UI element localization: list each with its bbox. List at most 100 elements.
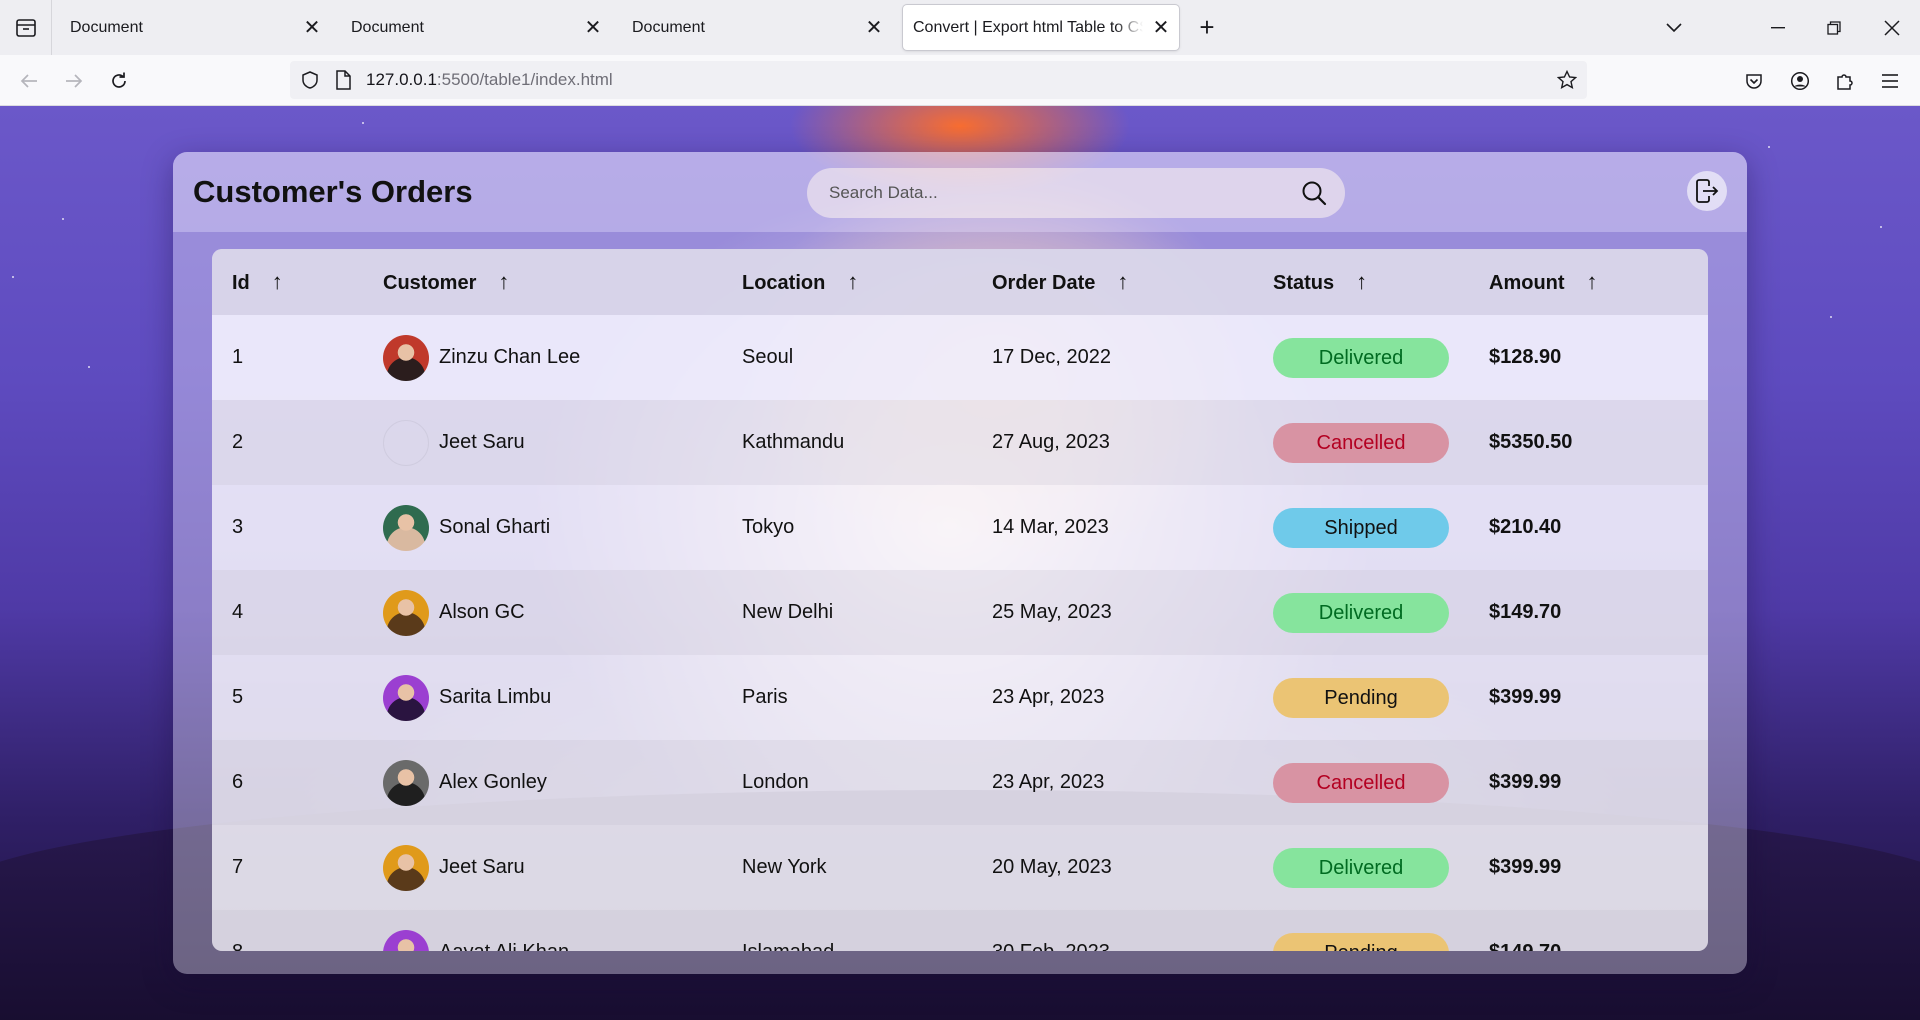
tab-bar: Document ✕ Document ✕ Document ✕ Convert… — [0, 0, 1920, 55]
column-header-order-date[interactable]: Order Date ↑ — [972, 249, 1253, 315]
export-button[interactable] — [1687, 171, 1727, 211]
tab-title: Convert | Export html Table to CSV & Exc… — [913, 18, 1143, 36]
table-row[interactable]: 7 Jeet Saru New York 20 May, 2023 Delivered $… — [212, 825, 1708, 910]
back-button[interactable] — [11, 63, 47, 99]
cell-customer: Jeet Saru — [363, 400, 722, 485]
cell-amount: $399.99 — [1489, 686, 1562, 708]
tab-document-3[interactable]: Document ✕ — [616, 5, 892, 50]
sort-arrow-icon[interactable]: ↑ — [1587, 269, 1598, 295]
search-input[interactable] — [829, 168, 1289, 218]
search-icon[interactable] — [1301, 180, 1327, 206]
status-badge: Delivered — [1273, 337, 1449, 378]
minimize-button[interactable] — [1750, 0, 1806, 55]
table-row[interactable]: 5 Sarita Limbu Paris 23 Apr, 2023 Pending $39… — [212, 655, 1708, 740]
column-header-label: Status — [1273, 272, 1335, 294]
customer-name: Sonal Gharti — [439, 516, 551, 538]
cell-status: Delivered — [1253, 315, 1469, 400]
cell-order-date: 14 Mar, 2023 — [992, 516, 1109, 538]
hamburger-menu-icon — [1882, 74, 1898, 88]
cell-amount: $128.90 — [1489, 346, 1562, 368]
column-header-label: Id — [232, 272, 250, 294]
sort-arrow-icon[interactable]: ↑ — [1356, 269, 1367, 295]
cell-id: 6 — [232, 771, 244, 793]
column-header-status[interactable]: Status ↑ — [1253, 249, 1469, 315]
sort-arrow-icon[interactable]: ↑ — [847, 269, 858, 295]
customer-name: Alex Gonley — [439, 771, 547, 793]
cell-amount: $399.99 — [1489, 771, 1562, 793]
star — [362, 122, 364, 124]
page-background: Customer's Orders Id ↑ Customer ↑ Location… — [0, 106, 1920, 1020]
close-icon — [1884, 19, 1900, 36]
cell-location: Kathmandu — [742, 431, 845, 453]
new-tab-button[interactable]: + — [1188, 8, 1226, 46]
close-tab-icon[interactable]: ✕ — [856, 10, 892, 46]
table-row[interactable]: 4 Alson GC New Delhi 25 May, 2023 Delivered $… — [212, 570, 1708, 655]
bookmark-star-icon[interactable] — [1557, 70, 1577, 90]
cell-order-date: 20 May, 2023 — [992, 856, 1112, 878]
cell-customer: Alex Gonley — [363, 740, 722, 825]
table-row[interactable]: 6 Alex Gonley London 23 Apr, 2023 Cancelled $… — [212, 740, 1708, 825]
table-row[interactable]: 1 Zinzu Chan Lee Seoul 17 Dec, 2022 Delivere… — [212, 315, 1708, 400]
forward-button[interactable] — [56, 63, 92, 99]
cell-amount: $5350.50 — [1489, 431, 1573, 453]
export-file-icon — [1696, 179, 1719, 203]
extensions-button[interactable] — [1827, 63, 1863, 99]
menu-button[interactable] — [1872, 63, 1908, 99]
tab-document-1[interactable]: Document ✕ — [54, 5, 330, 50]
column-header-id[interactable]: Id ↑ — [212, 249, 363, 315]
account-icon — [1790, 71, 1810, 91]
avatar — [383, 759, 429, 806]
cell-customer: Aayat Ali Khan — [363, 910, 722, 951]
tab-convert-active[interactable]: Convert | Export html Table to CSV & Exc… — [903, 5, 1179, 50]
cell-order-date: 23 Apr, 2023 — [992, 771, 1105, 793]
url-text[interactable]: 127.0.0.1:5500/table1/index.html — [366, 70, 613, 90]
shield-icon[interactable] — [300, 70, 320, 90]
list-all-tabs-button[interactable] — [1646, 0, 1702, 55]
status-badge: Cancelled — [1273, 762, 1449, 803]
cell-order-date: 27 Aug, 2023 — [992, 431, 1110, 453]
customer-info: Alson GC — [383, 589, 722, 636]
sort-arrow-icon[interactable]: ↑ — [498, 269, 509, 295]
tab-document-2[interactable]: Document ✕ — [335, 5, 611, 50]
close-window-button[interactable] — [1864, 0, 1920, 55]
customer-name: Alson GC — [439, 601, 525, 623]
tab-list-button[interactable] — [0, 0, 52, 55]
table-row[interactable]: 3 Sonal Gharti Tokyo 14 Mar, 2023 Shipped $21… — [212, 485, 1708, 570]
table-row[interactable]: 2 Jeet Saru Kathmandu 27 Aug, 2023 Cancelled… — [212, 400, 1708, 485]
cell-location: Paris — [742, 686, 788, 708]
close-tab-icon[interactable]: ✕ — [294, 10, 330, 46]
search-box[interactable] — [807, 168, 1345, 218]
close-tab-icon[interactable]: ✕ — [1143, 10, 1179, 46]
cell-status: Cancelled — [1253, 740, 1469, 825]
restore-button[interactable] — [1806, 0, 1862, 55]
sort-arrow-icon[interactable]: ↑ — [272, 269, 283, 295]
cell-location: Islamabad — [722, 910, 972, 951]
chevron-down-icon — [1666, 22, 1682, 32]
cell-amount: $149.70 — [1469, 910, 1708, 951]
orders-table-container[interactable]: Id ↑ Customer ↑ Location ↑ Order Date ↑ Stat… — [212, 249, 1708, 951]
cell-location: London — [742, 771, 809, 793]
sort-arrow-icon[interactable]: ↑ — [1117, 269, 1128, 295]
address-bar[interactable]: 127.0.0.1:5500/table1/index.html — [290, 61, 1587, 99]
avatar — [383, 334, 429, 381]
customer-info: Alex Gonley — [383, 759, 722, 806]
avatar — [383, 419, 429, 466]
page-title: Customer's Orders — [193, 174, 473, 209]
status-badge: Cancelled — [1273, 422, 1449, 463]
customer-info: Jeet Saru — [383, 844, 722, 891]
reload-button[interactable] — [101, 63, 137, 99]
close-tab-icon[interactable]: ✕ — [575, 10, 611, 46]
cell-location: New York — [742, 856, 827, 878]
avatar — [383, 589, 429, 636]
reload-icon — [112, 72, 126, 88]
column-header-customer[interactable]: Customer ↑ — [363, 249, 722, 315]
pocket-button[interactable] — [1736, 63, 1772, 99]
column-header-location[interactable]: Location ↑ — [722, 249, 972, 315]
page-icon[interactable] — [334, 70, 352, 90]
customer-info: Sarita Limbu — [383, 674, 722, 721]
tab-title: Document — [632, 18, 705, 36]
account-button[interactable] — [1782, 63, 1818, 99]
cell-customer: Sarita Limbu — [363, 655, 722, 740]
table-row[interactable]: 8 Aayat Ali Khan Islamabad30 Feb, 2023 Pend… — [212, 910, 1708, 951]
column-header-amount[interactable]: Amount ↑ — [1469, 249, 1708, 315]
